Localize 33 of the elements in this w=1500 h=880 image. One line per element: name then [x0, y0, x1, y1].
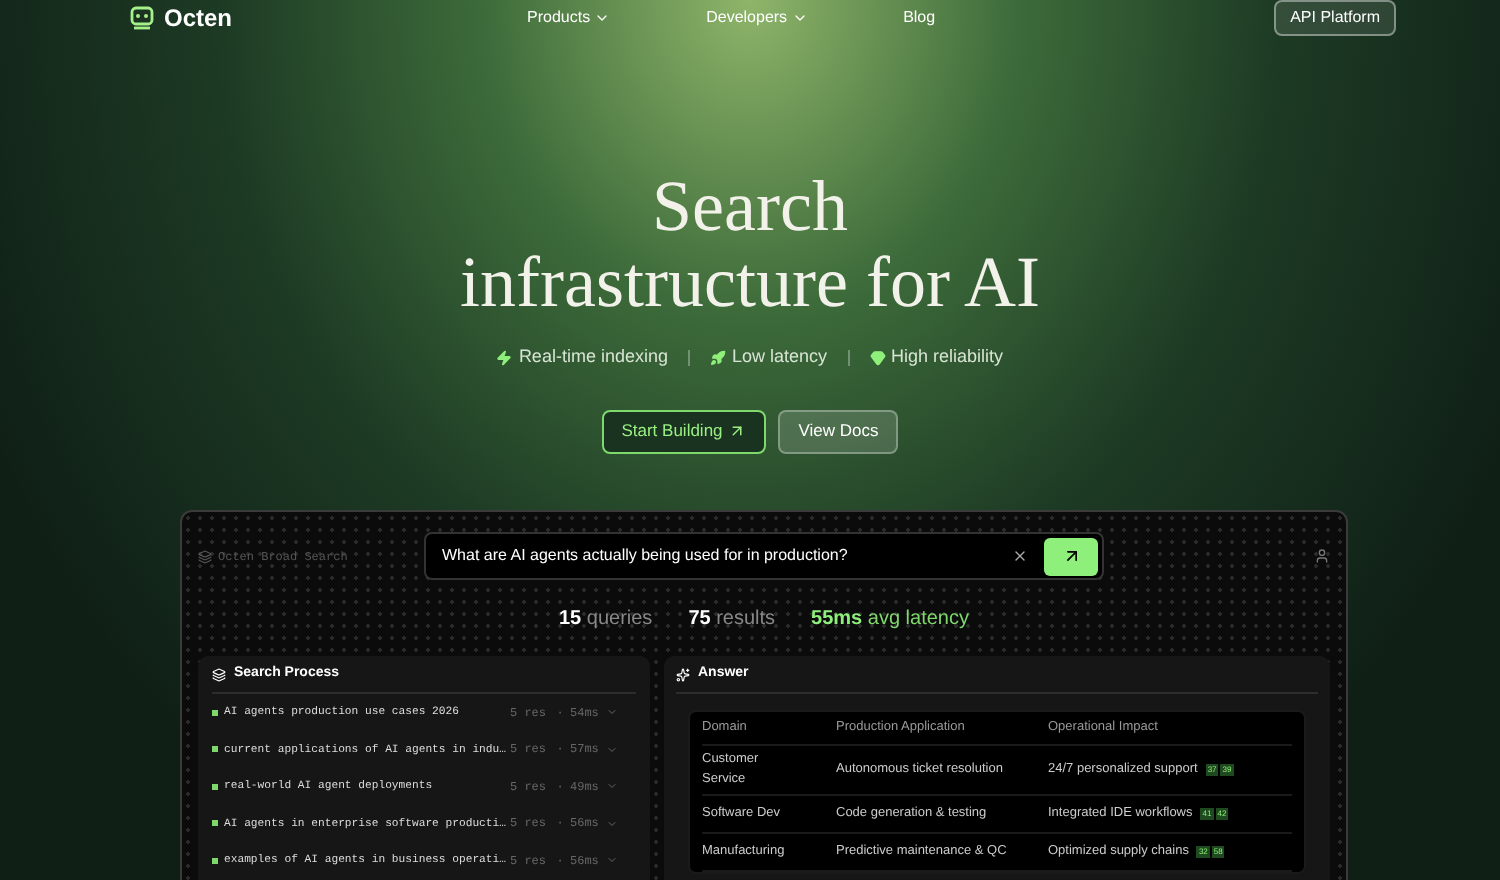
hero-title: Search infrastructure for AI	[460, 168, 1040, 320]
user-icon[interactable]	[1314, 548, 1330, 564]
api-platform-button[interactable]: API Platform	[1274, 0, 1396, 36]
sparkle-icon	[676, 667, 690, 681]
arrow-icon	[1061, 546, 1081, 566]
layers-icon	[212, 667, 226, 681]
feature-label: Low latency	[731, 344, 828, 370]
bolt-icon	[496, 349, 513, 366]
chevron-icon	[594, 10, 611, 26]
stat-text: 75 results	[688, 606, 776, 634]
submit-button[interactable]	[1044, 537, 1098, 575]
arrow-icon	[728, 422, 747, 440]
chevron-icon[interactable]	[606, 780, 618, 793]
chevron-icon[interactable]	[606, 743, 618, 756]
brand-name: Octen	[164, 2, 233, 36]
clear-icon[interactable]	[1012, 548, 1028, 564]
stat-text: 55ms avg latency	[811, 606, 969, 634]
stat-text: 15 queries	[558, 606, 653, 634]
layers-icon	[198, 549, 212, 563]
gem-icon	[869, 349, 886, 366]
chevron-icon[interactable]	[606, 854, 618, 867]
search-field[interactable]: What are AI agents actually being used for in production?	[424, 532, 1104, 580]
robot-logo-icon	[128, 6, 156, 30]
nav-link[interactable]: Blog	[903, 6, 936, 30]
chevron-icon	[791, 10, 808, 26]
rocket-icon	[709, 349, 726, 366]
feature-label: Real-time indexing	[518, 344, 668, 370]
view-docs-button[interactable]: View Docs	[778, 409, 899, 453]
chevron-icon[interactable]	[606, 817, 618, 830]
feature-label: High reliability	[891, 344, 1004, 370]
chevron-icon[interactable]	[606, 706, 618, 719]
nav-link[interactable]: Products	[527, 6, 611, 30]
start-building-button[interactable]: Start Building	[601, 409, 767, 453]
